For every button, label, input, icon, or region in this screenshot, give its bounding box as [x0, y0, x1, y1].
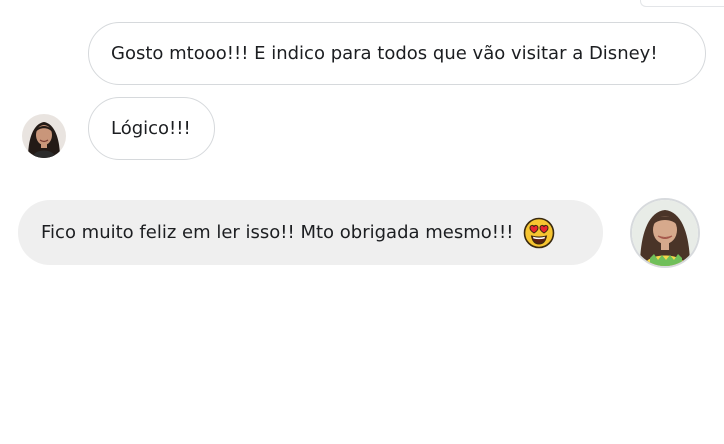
- message-text: Lógico!!!: [111, 117, 191, 139]
- avatar-photo-icon: [632, 200, 698, 266]
- message-text: Gosto mtooo!!! E indico para todos que v…: [111, 42, 658, 64]
- message-bubble-3[interactable]: Fico muito feliz em ler isso!! Mto obrig…: [18, 200, 603, 265]
- own-avatar[interactable]: [632, 200, 698, 266]
- message-bubble-2[interactable]: Lógico!!!: [88, 97, 215, 160]
- chat-thread: Gosto mtooo!!! E indico para todos que v…: [0, 0, 724, 444]
- sender-avatar[interactable]: [22, 114, 66, 158]
- heart-eyes-emoji-icon: [523, 217, 555, 249]
- message-text: Fico muito feliz em ler isso!! Mto obrig…: [41, 221, 514, 243]
- message-bubble-1[interactable]: Gosto mtooo!!! E indico para todos que v…: [88, 22, 706, 85]
- top-edge-tab: [640, 0, 724, 7]
- avatar-photo-icon: [22, 114, 66, 158]
